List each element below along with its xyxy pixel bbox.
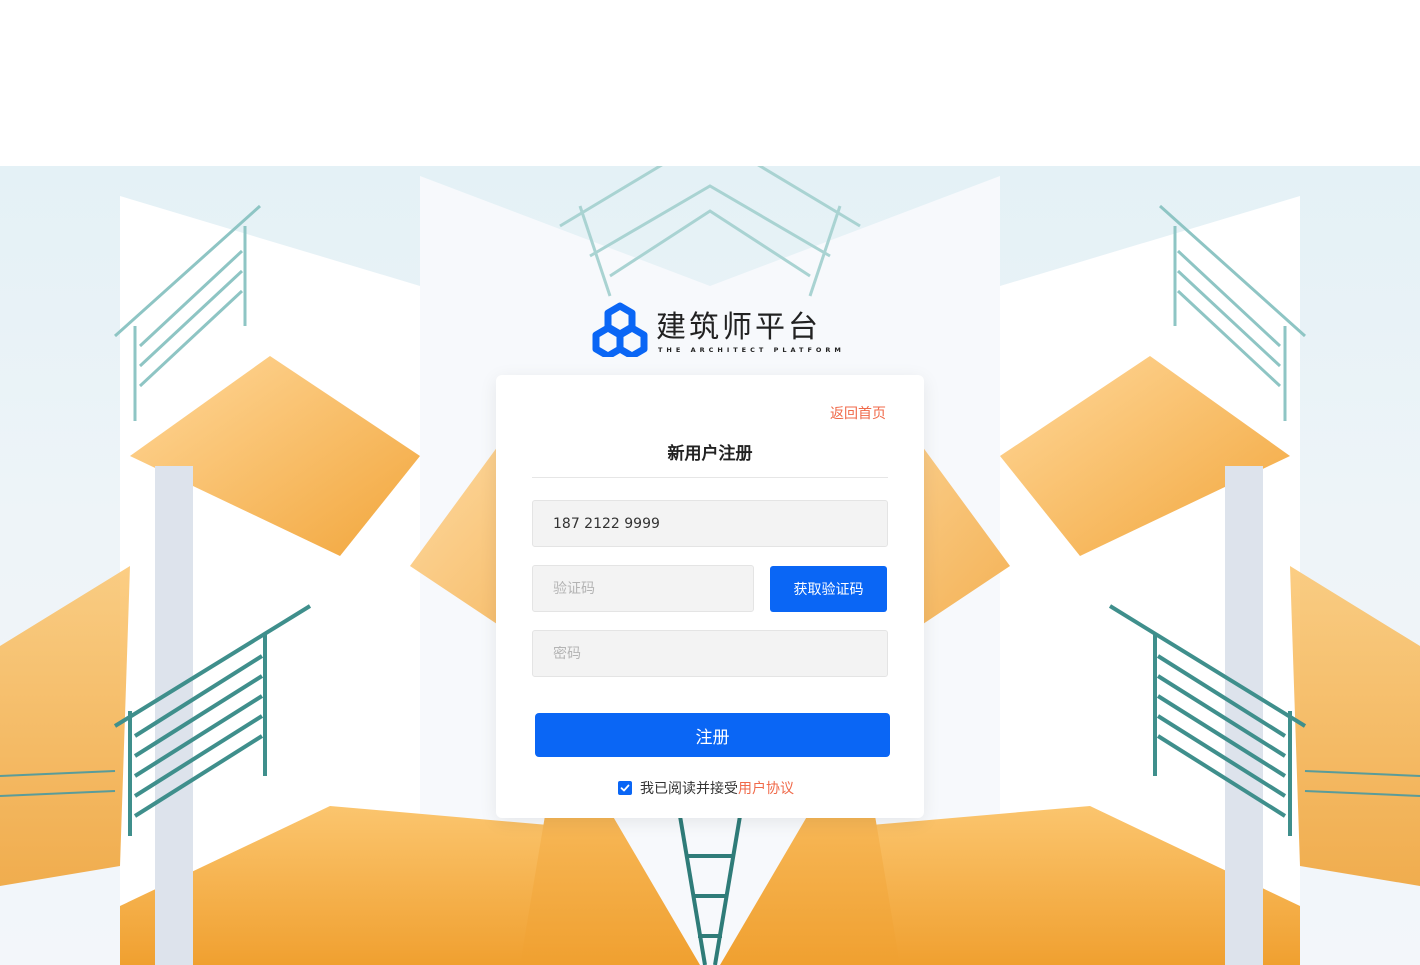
password-input[interactable]	[553, 645, 887, 662]
top-header-bar	[0, 0, 1420, 166]
user-agreement-link[interactable]: 用户协议	[738, 778, 794, 798]
phone-input[interactable]	[553, 515, 887, 532]
register-button[interactable]: 注册	[535, 713, 890, 757]
back-home-link[interactable]: 返回首页	[830, 403, 886, 423]
phone-field[interactable]	[532, 500, 888, 547]
verification-code-input[interactable]	[553, 580, 753, 597]
register-card: 返回首页 新用户注册 获取验证码 注册 我已阅读并接受用户协议	[496, 375, 924, 818]
brand-subtitle: THE ARCHITECT PLATFORM	[658, 346, 845, 354]
hexagon-cube-logo-icon	[592, 302, 648, 357]
checkmark-icon	[620, 784, 630, 792]
get-code-button[interactable]: 获取验证码	[770, 566, 887, 612]
agreement-text: 我已阅读并接受	[640, 781, 738, 797]
agreement-checkbox[interactable]	[618, 781, 632, 795]
brand-name: 建筑师平台	[656, 310, 821, 345]
title-divider	[532, 477, 888, 478]
password-field[interactable]	[532, 630, 888, 677]
verification-code-field[interactable]	[532, 565, 754, 612]
register-title: 新用户注册	[667, 444, 753, 464]
brand-logo[interactable]: 建筑师平台 THE ARCHITECT PLATFORM	[592, 301, 841, 359]
agreement-row: 我已阅读并接受 用户协议	[618, 778, 794, 798]
